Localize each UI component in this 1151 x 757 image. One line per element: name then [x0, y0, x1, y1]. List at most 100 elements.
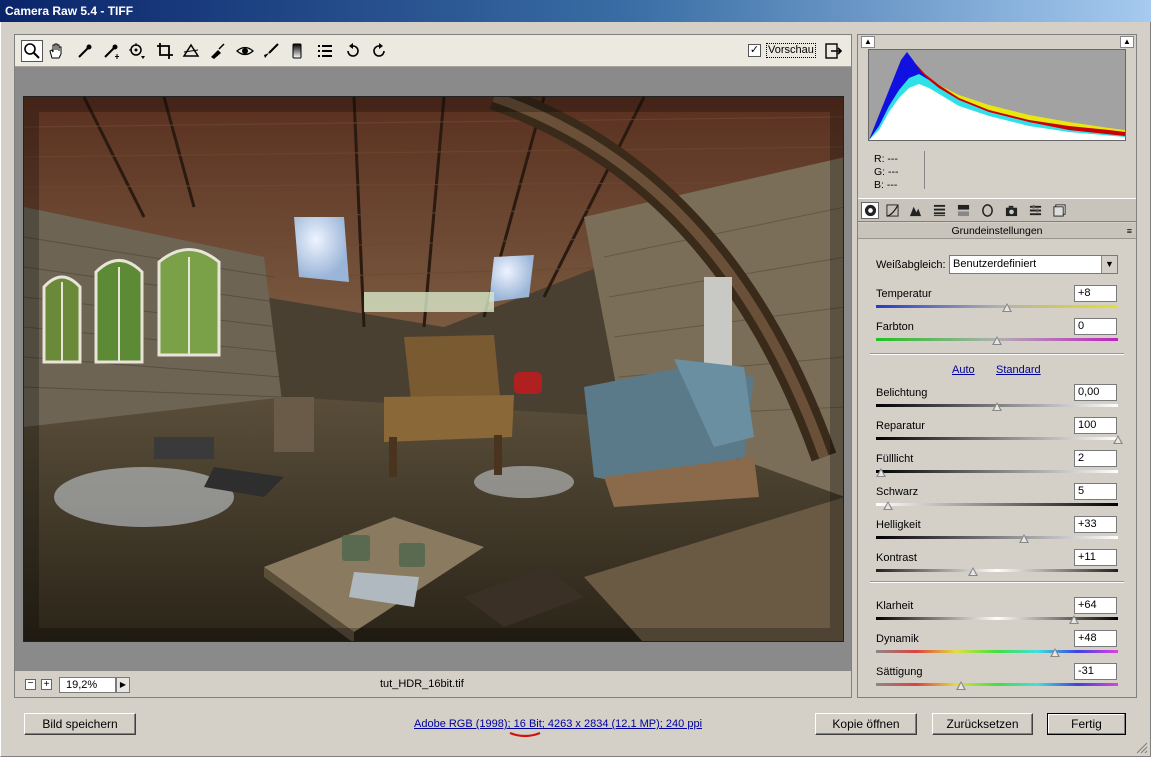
crop-tool-icon[interactable] [154, 40, 176, 62]
slider-track[interactable] [876, 617, 1118, 620]
zoom-dropdown-icon[interactable]: ▶ [116, 677, 130, 693]
readout-r: R: --- [874, 153, 898, 165]
slider-label: Sättigung [876, 666, 923, 678]
readout-g: G: --- [874, 166, 899, 178]
slider-thumb[interactable] [992, 336, 1002, 345]
adjustment-brush-tool-icon[interactable] [260, 40, 282, 62]
toolbar: ✓ Vorschau [15, 35, 851, 67]
detail-tab-icon[interactable] [906, 202, 924, 219]
tone-curve-tab-icon[interactable] [883, 202, 901, 219]
slider-thumb[interactable] [1050, 648, 1061, 657]
slider-label: Kontrast [876, 552, 917, 564]
zoom-out-button[interactable]: − [25, 679, 36, 690]
resize-grip-icon[interactable] [1134, 740, 1148, 754]
slider-label: Schwarz [876, 486, 919, 498]
zoom-in-button[interactable]: + [41, 679, 52, 690]
slider-track[interactable] [876, 536, 1118, 539]
preferences-tool-icon[interactable] [314, 40, 336, 62]
panel-tabs [858, 198, 1136, 222]
rotate-ccw-icon[interactable] [342, 40, 364, 62]
color-sampler-tool-icon[interactable] [100, 40, 122, 62]
status-bar: − + 19,2% ▶ tut_HDR_16bit.tif [15, 673, 851, 697]
underline-annotation [509, 731, 541, 738]
slider-value-field[interactable]: 5 [1074, 483, 1117, 500]
slider-thumb[interactable] [955, 681, 966, 690]
slider-track[interactable] [876, 305, 1118, 308]
slider-thumb[interactable] [1001, 303, 1012, 312]
split-toning-tab-icon[interactable] [954, 202, 972, 219]
slider-track[interactable] [876, 503, 1118, 506]
zoom-tool-icon[interactable] [21, 40, 43, 62]
fullscreen-icon[interactable] [823, 40, 845, 62]
open-copy-button[interactable]: Kopie öffnen [815, 713, 917, 735]
rgb-readout: R: --- G: --- B: --- [874, 153, 899, 192]
presets-tab-icon[interactable] [1026, 202, 1044, 219]
reset-button[interactable]: Zurücksetzen [932, 713, 1033, 735]
white-balance-tool-icon[interactable] [74, 40, 96, 62]
slider-track[interactable] [876, 650, 1118, 653]
hsl-tab-icon[interactable] [930, 202, 948, 219]
slider-label: Dynamik [876, 633, 919, 645]
white-balance-value: Benutzerdefiniert [953, 258, 1037, 270]
lens-tab-icon[interactable] [978, 202, 996, 219]
highlight-clipping-warning-icon[interactable]: ▲ [1120, 36, 1134, 48]
slider-value-field[interactable]: +48 [1074, 630, 1117, 647]
slider-label: Farbton [876, 321, 914, 333]
slider-thumb[interactable] [1018, 534, 1029, 543]
slider-value-field[interactable]: +64 [1074, 597, 1117, 614]
slider-value-field[interactable]: +8 [1074, 285, 1117, 302]
preview-pane: ✓ Vorschau − + 19,2% ▶ tut_HDR_16bit.tif [14, 34, 852, 698]
slider-track[interactable] [876, 437, 1118, 440]
slider-value-field[interactable]: +33 [1074, 516, 1117, 533]
zoom-level-field[interactable]: 19,2% [59, 677, 116, 693]
slider-thumb[interactable] [992, 402, 1002, 411]
slider-thumb[interactable] [875, 468, 886, 477]
slider-label: Klarheit [876, 600, 914, 612]
preview-canvas[interactable] [15, 67, 851, 671]
section-title-text: Grundeinstellungen [951, 225, 1043, 237]
white-balance-select[interactable]: Benutzerdefiniert ▼ [949, 255, 1118, 274]
slider-label: Fülllicht [876, 453, 914, 465]
slider-label: Temperatur [876, 288, 932, 300]
save-image-button[interactable]: Bild speichern [24, 713, 136, 735]
hand-tool-icon[interactable] [45, 40, 67, 62]
red-eye-tool-icon[interactable] [234, 40, 256, 62]
shadow-clipping-warning-icon[interactable]: ▲ [861, 36, 875, 48]
graduated-filter-tool-icon[interactable] [286, 40, 308, 62]
slider-value-field[interactable]: 0 [1074, 318, 1117, 335]
slider-thumb[interactable] [883, 501, 894, 510]
white-balance-label: Weißabgleich: [876, 259, 946, 271]
slider-thumb[interactable] [1113, 435, 1123, 444]
spot-removal-tool-icon[interactable] [206, 40, 228, 62]
slider-value-field[interactable]: 100 [1074, 417, 1117, 434]
readout-b: B: --- [874, 179, 898, 191]
standard-link[interactable]: Standard [996, 364, 1041, 376]
done-button[interactable]: Fertig [1047, 713, 1126, 735]
slider-thumb[interactable] [1069, 615, 1080, 624]
chevron-down-icon[interactable]: ▼ [1101, 256, 1117, 273]
camera-calibration-tab-icon[interactable] [1002, 202, 1020, 219]
window-title: Camera Raw 5.4 - TIFF [0, 0, 1151, 22]
slider-track[interactable] [876, 569, 1118, 572]
panel-menu-icon[interactable]: ≡ [1127, 223, 1132, 239]
slider-value-field[interactable]: -31 [1074, 663, 1117, 680]
preview-checkbox[interactable]: ✓ [748, 44, 761, 57]
slider-track[interactable] [876, 470, 1118, 473]
slider-label: Belichtung [876, 387, 928, 399]
basic-tab-icon[interactable] [861, 202, 879, 219]
auto-link[interactable]: Auto [952, 364, 975, 376]
slider-label: Helligkeit [876, 519, 921, 531]
rotate-cw-icon[interactable] [368, 40, 390, 62]
workflow-options-link[interactable]: Adobe RGB (1998); 16 Bit; 4263 x 2834 (1… [414, 718, 702, 730]
slider-value-field[interactable]: 2 [1074, 450, 1117, 467]
slider-value-field[interactable]: +11 [1074, 549, 1117, 566]
slider-label: Reparatur [876, 420, 925, 432]
preview-image[interactable] [23, 96, 844, 642]
straighten-tool-icon[interactable] [180, 40, 202, 62]
preview-label: Vorschau [766, 43, 816, 58]
snapshots-tab-icon[interactable] [1050, 202, 1068, 219]
slider-thumb[interactable] [967, 567, 978, 576]
targeted-adjustment-tool-icon[interactable] [126, 40, 148, 62]
slider-track[interactable] [876, 683, 1118, 686]
slider-value-field[interactable]: 0,00 [1074, 384, 1117, 401]
